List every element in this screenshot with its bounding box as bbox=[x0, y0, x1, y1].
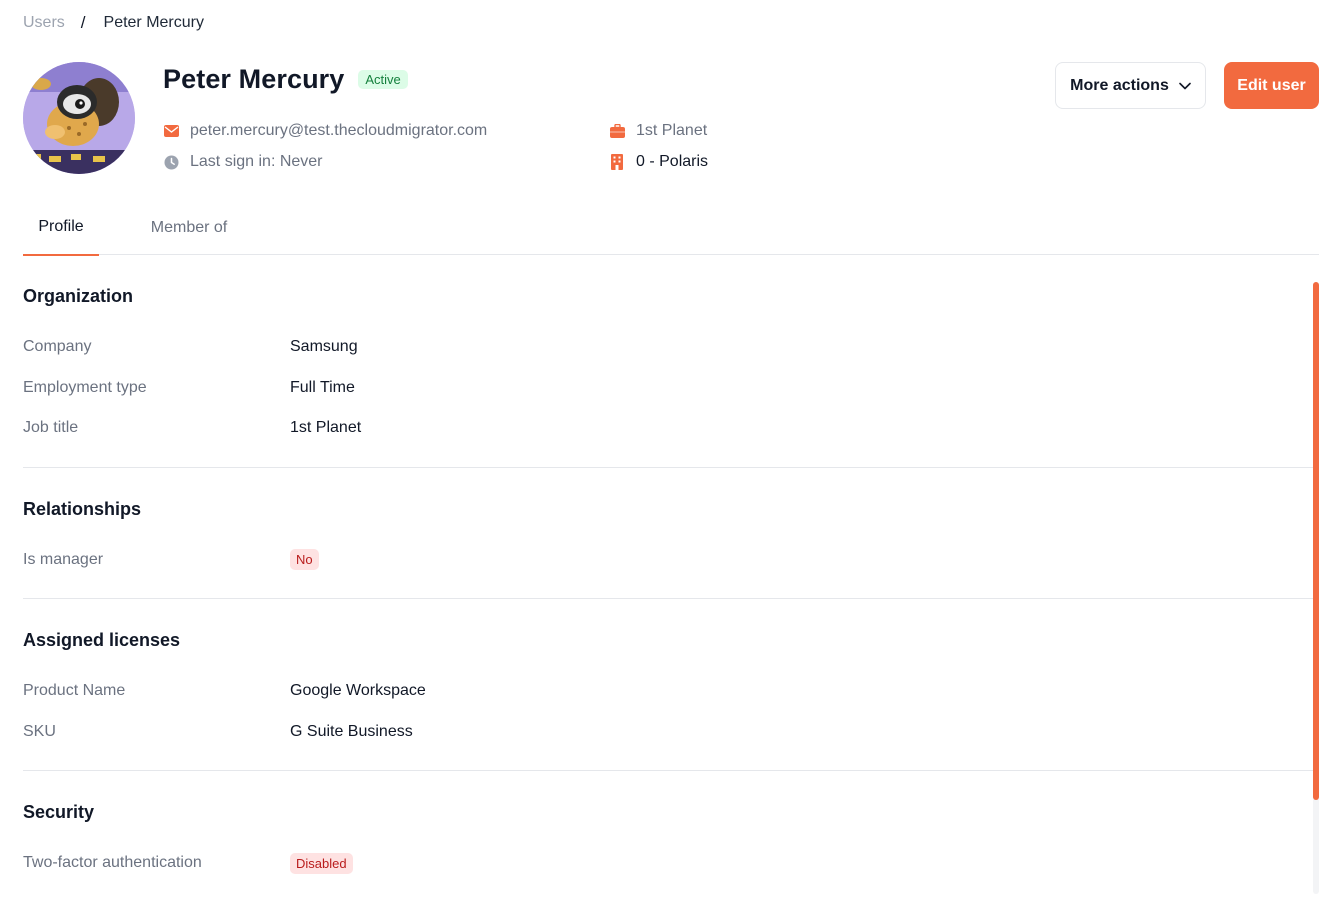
two-factor-badge: Disabled bbox=[290, 853, 353, 874]
edit-user-label: Edit user bbox=[1237, 76, 1306, 94]
field-label-job-title: Job title bbox=[23, 419, 79, 436]
user-header: Peter Mercury Active bbox=[163, 64, 408, 95]
field-value-sku: G Suite Business bbox=[290, 723, 413, 740]
breadcrumb: Users / Peter Mercury bbox=[23, 13, 204, 33]
user-name: Peter Mercury bbox=[163, 64, 345, 94]
field-value-product-name: Google Workspace bbox=[290, 682, 426, 699]
section-divider bbox=[23, 598, 1313, 599]
status-badge: Active bbox=[358, 70, 408, 89]
job-title-text: 1st Planet bbox=[636, 122, 708, 139]
tab-profile[interactable]: Profile bbox=[23, 200, 99, 256]
user-location: 0 - Polaris bbox=[609, 153, 708, 171]
edit-user-button[interactable]: Edit user bbox=[1224, 62, 1319, 109]
last-sign-in-text: Last sign in: Never bbox=[190, 153, 323, 170]
section-title-security: Security bbox=[23, 802, 95, 822]
field-label-is-manager: Is manager bbox=[23, 551, 104, 568]
tab-bar: Profile Member of bbox=[23, 200, 1319, 256]
field-label-employment-type: Employment type bbox=[23, 379, 147, 396]
section-title-organization: Organization bbox=[23, 286, 134, 306]
building-icon bbox=[609, 154, 625, 170]
more-actions-button[interactable]: More actions bbox=[1055, 62, 1206, 109]
tab-member-of[interactable]: Member of bbox=[133, 200, 245, 255]
user-last-sign-in: Last sign in: Never bbox=[163, 153, 323, 171]
section-title-relationships: Relationships bbox=[23, 499, 142, 519]
user-job-title: 1st Planet bbox=[609, 122, 707, 140]
field-value-employment-type: Full Time bbox=[290, 379, 355, 396]
envelope-icon bbox=[163, 123, 179, 139]
chevron-down-icon bbox=[1179, 82, 1191, 90]
field-label-company: Company bbox=[23, 338, 92, 355]
is-manager-badge: No bbox=[290, 549, 319, 570]
breadcrumb-separator: / bbox=[80, 13, 86, 32]
briefcase-icon bbox=[609, 123, 625, 139]
field-label-sku: SKU bbox=[23, 723, 56, 740]
user-email: peter.mercury@test.thecloudmigrator.com bbox=[163, 122, 487, 140]
field-value-job-title: 1st Planet bbox=[290, 419, 362, 436]
section-divider bbox=[23, 467, 1313, 468]
avatar bbox=[23, 62, 135, 174]
scrollbar-thumb[interactable] bbox=[1313, 282, 1319, 800]
more-actions-label: More actions bbox=[1070, 76, 1169, 94]
field-label-product-name: Product Name bbox=[23, 682, 126, 699]
location-text: 0 - Polaris bbox=[636, 153, 709, 170]
section-divider bbox=[23, 770, 1313, 771]
field-value-company: Samsung bbox=[290, 338, 358, 355]
email-text: peter.mercury@test.thecloudmigrator.com bbox=[190, 122, 488, 139]
breadcrumb-users-link[interactable]: Users bbox=[23, 14, 65, 32]
field-label-two-factor: Two-factor authentication bbox=[23, 854, 202, 871]
clock-icon bbox=[163, 154, 179, 170]
section-title-licenses: Assigned licenses bbox=[23, 630, 181, 650]
breadcrumb-current: Peter Mercury bbox=[103, 14, 204, 31]
profile-content: Organization Company Samsung Employment … bbox=[23, 256, 1313, 899]
